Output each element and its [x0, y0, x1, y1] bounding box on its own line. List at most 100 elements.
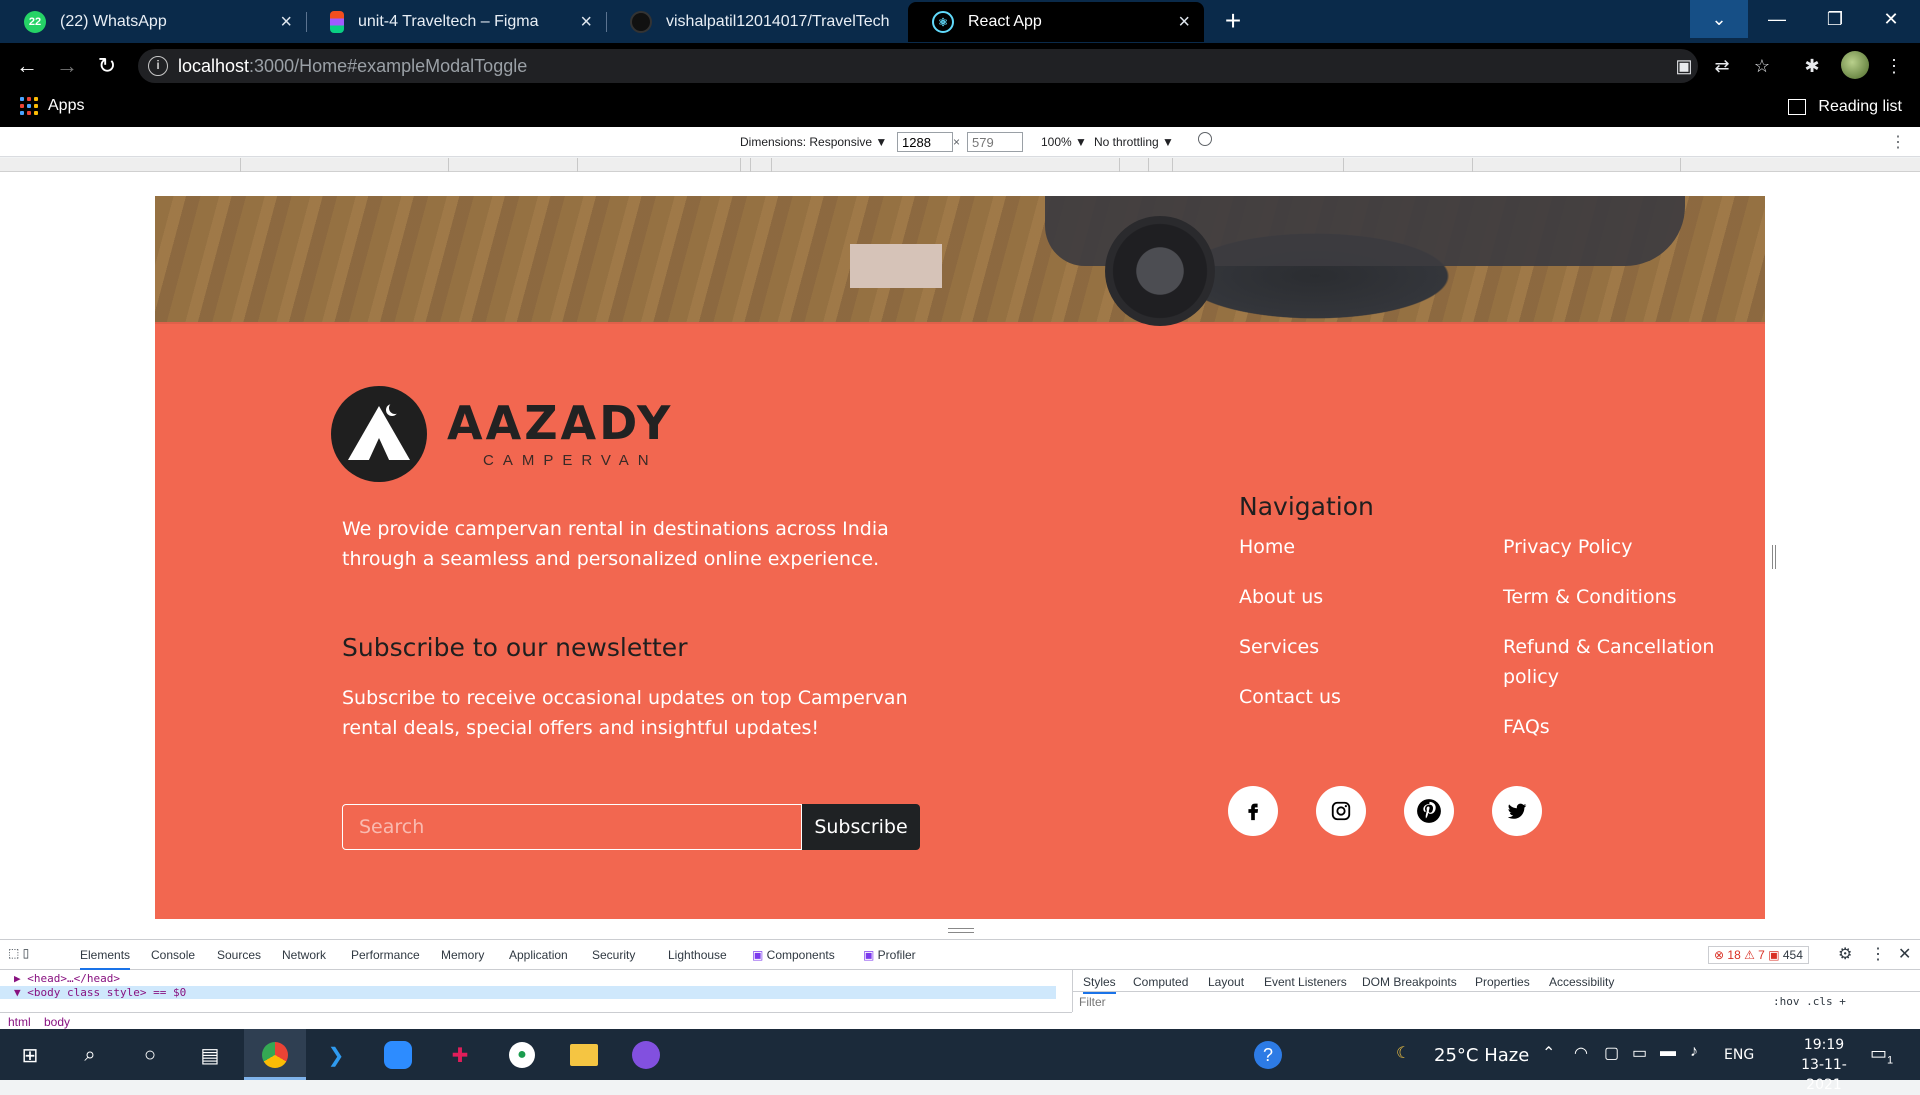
- close-tab-icon[interactable]: ×: [580, 11, 592, 34]
- styles-tab-layout[interactable]: Layout: [1208, 975, 1244, 989]
- reading-list-button[interactable]: Reading list: [1788, 98, 1902, 116]
- close-window-button[interactable]: ✕: [1862, 0, 1920, 38]
- styles-tab-properties[interactable]: Properties: [1475, 975, 1530, 989]
- close-devtools-icon[interactable]: ✕: [1898, 944, 1911, 964]
- nav-link-faqs[interactable]: FAQs: [1503, 712, 1550, 742]
- devtools-tab-network[interactable]: Network: [282, 948, 326, 962]
- vscode-icon[interactable]: ❯: [318, 1037, 354, 1073]
- wifi-icon[interactable]: ◠: [1574, 1043, 1588, 1063]
- input-language[interactable]: ENG: [1724, 1047, 1754, 1063]
- brand-logo-icon[interactable]: [331, 386, 427, 482]
- chrome-icon[interactable]: [257, 1037, 293, 1073]
- devtools-tab-components[interactable]: ▣ Components: [752, 948, 835, 962]
- restore-button[interactable]: ❐: [1806, 0, 1864, 38]
- search-icon[interactable]: ⌕: [72, 1037, 108, 1073]
- nav-link-about[interactable]: About us: [1239, 582, 1323, 612]
- nav-link-contact[interactable]: Contact us: [1239, 682, 1341, 712]
- devtools-tab-application[interactable]: Application: [509, 948, 568, 962]
- nav-link-privacy[interactable]: Privacy Policy: [1503, 532, 1632, 562]
- brand-name[interactable]: AAZADY: [447, 396, 673, 450]
- windows-start-icon[interactable]: ⊞: [12, 1037, 48, 1073]
- devtools-tab-console[interactable]: Console: [151, 948, 195, 962]
- instagram-button[interactable]: [1316, 786, 1366, 836]
- styles-tab-dom-breakpoints[interactable]: DOM Breakpoints: [1362, 975, 1457, 989]
- devtools-tab-lighthouse[interactable]: Lighthouse: [668, 948, 727, 962]
- github-desktop-icon[interactable]: [628, 1037, 664, 1073]
- url-bar[interactable]: i localhost:3000/Home#exampleModalToggle: [138, 49, 1698, 83]
- weather-text[interactable]: 25°C Haze: [1434, 1045, 1529, 1066]
- popup-blocked-icon[interactable]: ▣: [1670, 52, 1698, 80]
- viewport-width-resize-handle[interactable]: [1772, 545, 1776, 569]
- notifications-icon[interactable]: ▭1: [1870, 1043, 1893, 1067]
- device-more-icon[interactable]: ⋮: [1890, 132, 1906, 152]
- extensions-icon[interactable]: ✱: [1798, 52, 1826, 80]
- file-explorer-icon[interactable]: [566, 1037, 602, 1073]
- devtools-tab-performance[interactable]: Performance: [351, 948, 420, 962]
- help-icon[interactable]: ?: [1250, 1037, 1286, 1073]
- styles-tab-event-listeners[interactable]: Event Listeners: [1264, 975, 1347, 989]
- tab-figma[interactable]: unit-4 Traveltech – Figma ×: [306, 2, 606, 42]
- meet-now-icon[interactable]: ▢: [1604, 1043, 1619, 1063]
- dom-node-head[interactable]: ▶ <head>…</head>: [14, 972, 120, 985]
- devtools-tab-sources[interactable]: Sources: [217, 948, 261, 962]
- styles-tab-computed[interactable]: Computed: [1133, 975, 1188, 989]
- cortana-icon[interactable]: ○: [132, 1037, 168, 1073]
- tray-overflow-icon[interactable]: ⌃: [1542, 1043, 1555, 1063]
- styles-tab-accessibility[interactable]: Accessibility: [1549, 975, 1614, 989]
- error-warning-counter[interactable]: ⊗ 18 ⚠ 7 ▣ 454: [1708, 946, 1809, 964]
- nav-link-refund[interactable]: Refund & Cancellation policy: [1503, 632, 1723, 692]
- styles-filter-input[interactable]: [1079, 994, 1759, 1010]
- tab-search-icon[interactable]: ⌄: [1690, 0, 1748, 38]
- settings-gear-icon[interactable]: ⚙: [1838, 944, 1852, 964]
- hov-cls-toggles[interactable]: :hov .cls +: [1773, 995, 1846, 1008]
- pinterest-button[interactable]: [1404, 786, 1454, 836]
- twitter-button[interactable]: [1492, 786, 1542, 836]
- profile-avatar[interactable]: [1841, 51, 1869, 79]
- devtools-tab-profiler[interactable]: ▣ Profiler: [863, 948, 916, 962]
- dimensions-select[interactable]: Dimensions: Responsive ▼: [740, 135, 887, 149]
- tab-whatsapp[interactable]: 22 (22) WhatsApp ×: [0, 2, 306, 42]
- inspect-element-icon[interactable]: ⬚ ▯: [8, 946, 52, 964]
- throttling-select[interactable]: No throttling ▼: [1094, 135, 1174, 149]
- zoom-icon[interactable]: [380, 1037, 416, 1073]
- display-icon[interactable]: ▭: [1632, 1043, 1647, 1063]
- devtools-tab-memory[interactable]: Memory: [441, 948, 484, 962]
- tab-github[interactable]: vishalpatil12014017/TravelTech: [606, 2, 906, 42]
- close-tab-icon[interactable]: ×: [280, 11, 292, 34]
- nav-link-terms[interactable]: Term & Conditions: [1503, 582, 1677, 612]
- viewport-height-resize-handle[interactable]: [948, 928, 974, 933]
- battery-icon[interactable]: ▬: [1660, 1043, 1676, 1061]
- volume-icon[interactable]: ♪: [1690, 1043, 1698, 1061]
- close-tab-icon[interactable]: ×: [1178, 11, 1190, 34]
- facebook-button[interactable]: [1228, 786, 1278, 836]
- slack-icon[interactable]: ✚: [442, 1037, 478, 1073]
- bookmark-star-icon[interactable]: ☆: [1748, 52, 1776, 80]
- site-info-icon[interactable]: i: [148, 56, 168, 76]
- menu-kebab-icon[interactable]: ⋮: [1880, 52, 1908, 80]
- tab-react-app[interactable]: ⚛ React App ×: [908, 2, 1204, 42]
- nav-link-home[interactable]: Home: [1239, 532, 1295, 562]
- rotate-icon[interactable]: [1198, 132, 1212, 146]
- system-clock[interactable]: 19:19 13-11-2021: [1784, 1035, 1864, 1095]
- reload-icon[interactable]: ↻: [92, 51, 122, 81]
- nav-link-services[interactable]: Services: [1239, 632, 1319, 662]
- back-icon[interactable]: ←: [12, 51, 42, 81]
- dom-node-body[interactable]: ▼ <body class style> == $0: [0, 986, 1056, 999]
- devtools-more-icon[interactable]: ⋮: [1870, 944, 1886, 964]
- subscribe-button[interactable]: Subscribe: [802, 804, 920, 850]
- zoom-select[interactable]: 100% ▼: [1041, 135, 1087, 149]
- devtools-tab-elements[interactable]: Elements: [80, 948, 131, 970]
- new-tab-button[interactable]: +: [1218, 6, 1248, 36]
- height-input[interactable]: [967, 132, 1023, 152]
- minimize-button[interactable]: —: [1748, 0, 1806, 38]
- width-input[interactable]: [897, 132, 953, 152]
- breadcrumb-html[interactable]: html: [8, 1015, 31, 1029]
- task-view-icon[interactable]: ▤: [192, 1037, 228, 1073]
- breadcrumb-body[interactable]: body: [44, 1015, 70, 1029]
- forward-icon[interactable]: →: [52, 51, 82, 81]
- devtools-tab-security[interactable]: Security: [592, 948, 635, 962]
- newsletter-search-input[interactable]: [342, 804, 802, 850]
- app-green-icon[interactable]: ●: [504, 1037, 540, 1073]
- apps-shortcut[interactable]: Apps: [20, 97, 84, 115]
- translate-icon[interactable]: ⇄: [1708, 52, 1736, 80]
